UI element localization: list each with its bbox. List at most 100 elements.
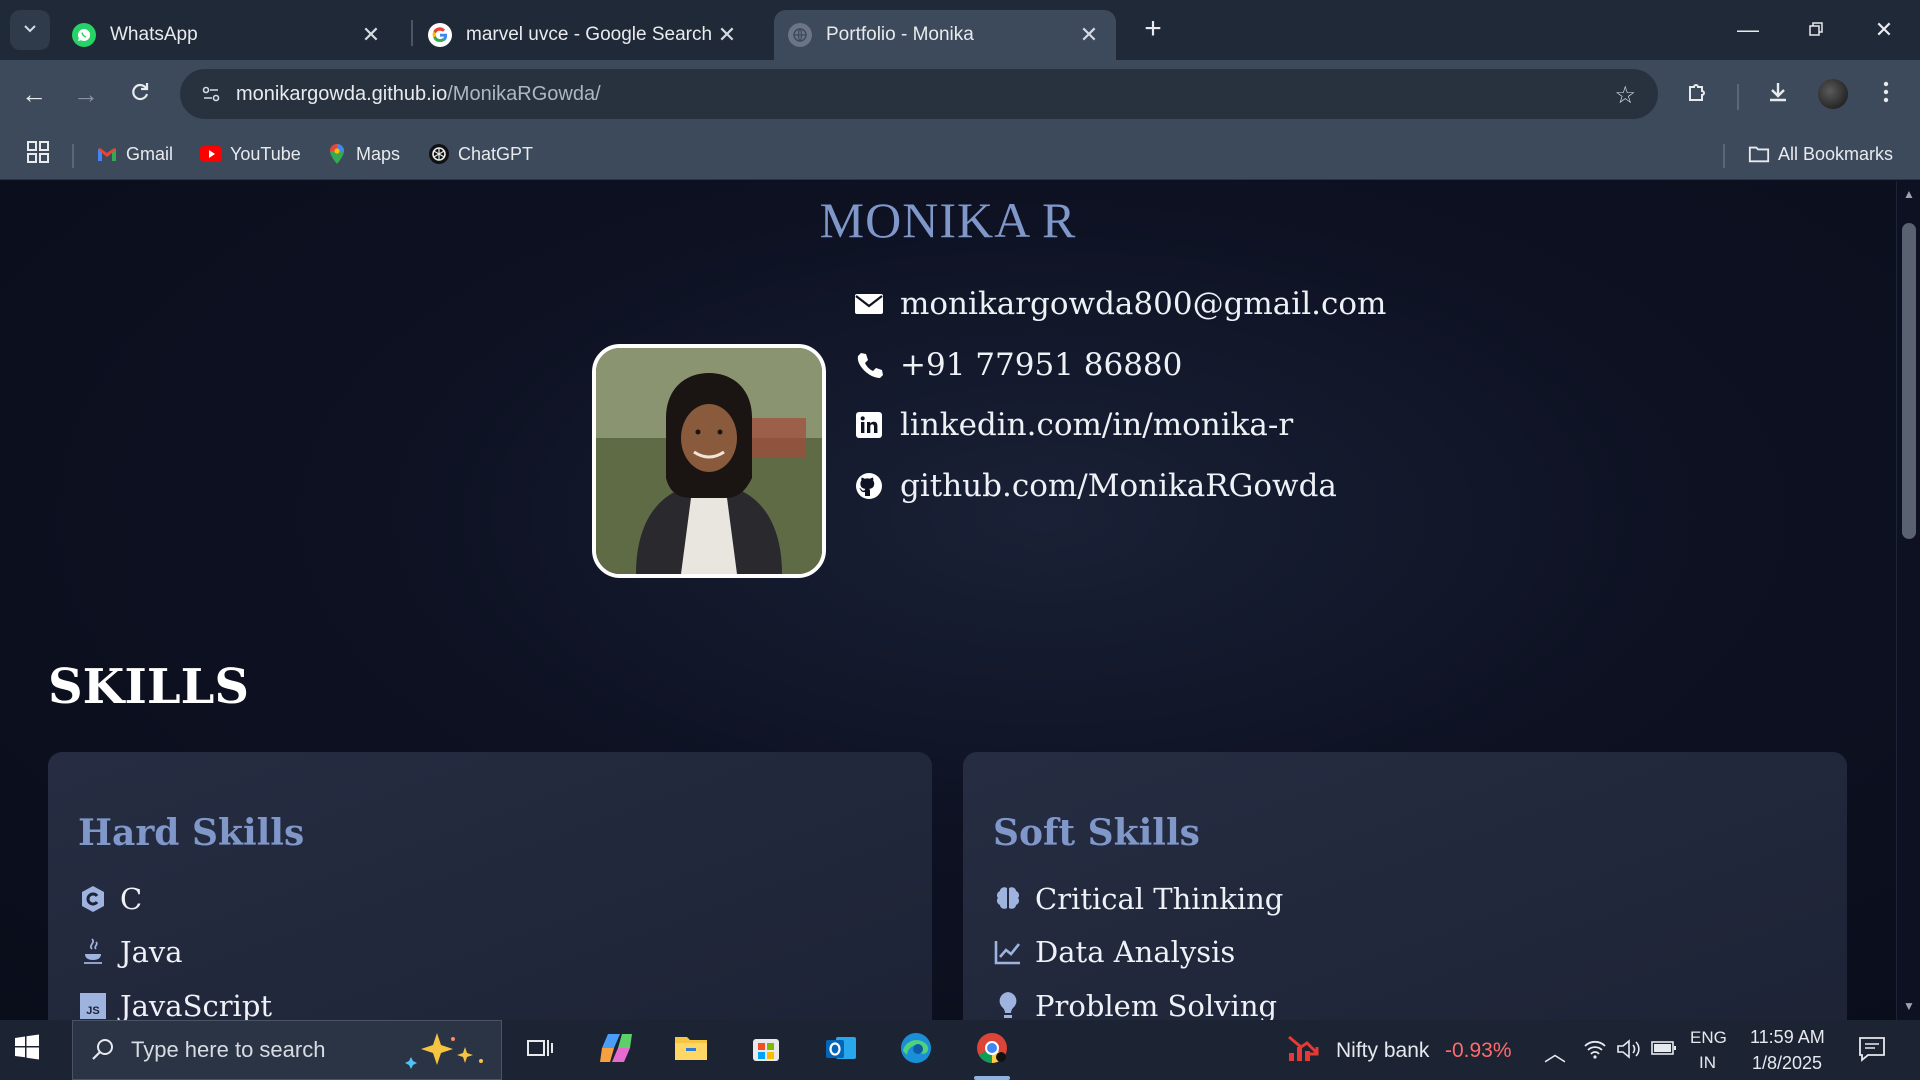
bookmark-chatgpt[interactable]: ChatGPT [428,138,533,170]
github-text: github.com/MonikaRGowda [900,468,1337,504]
scroll-down-arrow-icon[interactable]: ▼ [1902,999,1916,1013]
hard-skills-card: Hard Skills C Java JS JavaScript [48,752,932,1020]
skills-heading: SKILLS [48,659,249,715]
start-button[interactable] [14,1034,48,1068]
stock-name[interactable]: Nifty bank [1336,1039,1429,1063]
url-text: monikargowda.github.io/MonikaRGowda/ [236,83,601,106]
site-settings-icon[interactable] [186,69,236,119]
minimize-icon: — [1737,17,1759,42]
skill-label: Problem Solving [1035,989,1278,1020]
folder-icon [1748,143,1770,165]
youtube-icon [200,143,222,165]
minimize-button[interactable]: — [1718,8,1778,52]
windows-taskbar: Type here to search Nifty bank -0.93% ︿ … [0,1020,1920,1080]
tab-google-search[interactable]: marvel uvce - Google Search ✕ [414,10,754,60]
new-tab-button[interactable]: + [1136,12,1170,46]
folder-icon [674,1034,708,1067]
github-icon [852,469,886,503]
close-icon[interactable]: ✕ [358,22,384,48]
linkedin-text: linkedin.com/in/monika-r [900,407,1294,443]
chevron-down-icon [22,20,38,41]
clock-date[interactable]: 1/8/2025 [1752,1053,1822,1074]
battery-icon[interactable] [1651,1040,1677,1061]
linkedin-icon [852,408,886,442]
close-icon[interactable]: ✕ [714,22,740,48]
google-icon [428,23,452,47]
restore-button[interactable] [1786,8,1846,52]
browser-toolbar: ← → monikargowda.github.io/MonikaRGowda/… [0,60,1920,128]
page-viewport: MONIKA R monikargowda800@gmail.com +91 7… [0,181,1896,1020]
bookmark-gmail[interactable]: Gmail [96,138,173,170]
wifi-icon[interactable] [1583,1038,1607,1065]
show-hidden-icons-icon[interactable]: ︿ [1544,1036,1566,1068]
bookmarks-bar: Gmail YouTube Maps ChatGPT All Bookmarks [0,128,1920,180]
contact-github[interactable]: github.com/MonikaRGowda [852,468,1337,504]
close-icon[interactable]: ✕ [1076,22,1102,48]
taskbar-search-box[interactable]: Type here to search [72,1020,502,1080]
bookmarks-separator [1723,144,1725,168]
page-scrollbar[interactable]: ▲ ▼ [1896,181,1920,1020]
input-language-bottom[interactable]: IN [1699,1053,1716,1073]
tab-title: marvel uvce - Google Search [466,24,713,45]
whatsapp-icon [72,23,96,47]
outlook-button[interactable] [817,1028,865,1072]
reload-button[interactable] [120,74,160,114]
volume-icon[interactable] [1616,1038,1642,1065]
tab-whatsapp[interactable]: WhatsApp ✕ [58,10,398,60]
bookmark-maps[interactable]: Maps [326,138,400,170]
restore-icon [1808,17,1824,43]
forward-button[interactable]: → [66,74,106,114]
downloads-button[interactable] [1758,74,1798,114]
all-bookmarks-label: All Bookmarks [1778,143,1894,164]
apps-button[interactable] [26,138,50,170]
all-bookmarks-button[interactable]: All Bookmarks [1748,138,1893,170]
notification-center-icon[interactable] [1858,1036,1886,1067]
menu-button[interactable] [1866,74,1906,114]
task-view-button[interactable] [516,1028,564,1072]
windows-logo-icon [14,1034,40,1064]
contact-email[interactable]: monikargowda800@gmail.com [852,286,1386,322]
clock-time[interactable]: 11:59 AM [1750,1027,1825,1048]
close-icon: ✕ [1874,17,1894,42]
download-icon [1766,80,1790,109]
address-bar[interactable]: monikargowda.github.io/MonikaRGowda/ ☆ [180,69,1658,119]
chatgpt-icon [428,143,450,165]
globe-icon [788,23,812,47]
page-title: MONIKA R [819,192,1077,248]
scroll-up-arrow-icon[interactable]: ▲ [1902,187,1916,201]
contact-linkedin[interactable]: linkedin.com/in/monika-r [852,407,1293,443]
skill-label: C [120,882,143,916]
more-vert-icon [1883,81,1889,108]
scrollbar-thumb[interactable] [1902,223,1916,539]
edge-icon [899,1031,933,1070]
url-path: /MonikaRGowda/ [447,82,601,105]
edge-button[interactable] [892,1028,940,1072]
chrome-button[interactable] [968,1028,1016,1080]
tab-search-button[interactable] [10,10,50,50]
bookmark-label: YouTube [230,143,301,164]
contact-phone[interactable]: +91 77951 86880 [852,347,1182,383]
file-explorer-button[interactable] [667,1028,715,1072]
skill-item: JS JavaScript [78,989,272,1020]
back-button[interactable]: ← [14,74,54,114]
skill-label: JavaScript [120,989,273,1020]
reload-icon [129,79,151,110]
microsoft-store-button[interactable] [742,1028,790,1072]
brain-icon [993,884,1023,914]
input-language-top[interactable]: ENG [1690,1028,1727,1048]
skill-item: Problem Solving [993,989,1277,1020]
copilot-button[interactable] [592,1028,640,1072]
bookmark-star-icon[interactable]: ☆ [1614,81,1636,110]
tab-title: WhatsApp [110,24,198,45]
tab-separator [411,20,413,46]
close-window-button[interactable]: ✕ [1854,8,1914,52]
profile-photo [592,344,826,578]
stock-widget-icon-button[interactable] [1282,1028,1326,1072]
extensions-button[interactable] [1678,74,1718,114]
tab-portfolio[interactable]: Portfolio - Monika ✕ [774,10,1116,60]
bookmark-label: Maps [356,143,401,164]
bookmark-youtube[interactable]: YouTube [200,138,301,170]
profile-button[interactable] [1813,74,1853,114]
javascript-icon: JS [78,991,108,1020]
arrow-right-icon: → [73,78,99,109]
